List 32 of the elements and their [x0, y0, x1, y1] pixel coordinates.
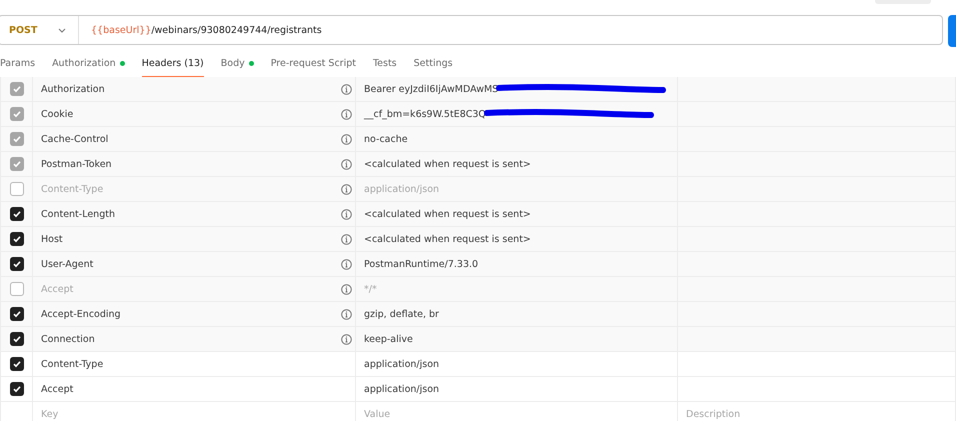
header-key: Content-Length: [41, 208, 115, 220]
tab[interactable]: Settings: [414, 57, 453, 78]
header-key: Accept: [41, 284, 74, 294]
header-value: <calculated when request is sent>: [364, 234, 531, 244]
header-value: keep-alive: [364, 334, 413, 344]
header-value: no-cache: [364, 134, 408, 144]
header-key: Cache-Control: [41, 134, 108, 144]
tab[interactable]: Tests: [372, 57, 397, 78]
header-value: application/json: [364, 384, 440, 394]
header-key: Postman-Token: [41, 158, 112, 170]
method-dropdown[interactable]: POST: [0, 16, 79, 44]
tab[interactable]: Params: [0, 57, 36, 78]
header-value: <calculated when request is sent>: [364, 208, 531, 220]
header-value: PostmanRuntime/7.33.0: [364, 258, 478, 270]
header-value: Bearer eyJzdiI6IjAwMDAwMS: [364, 84, 498, 94]
header-key: Content-Type: [41, 358, 104, 370]
header-value: */*: [364, 284, 377, 294]
header-key: Accept: [41, 384, 74, 394]
header-key: Authorization: [41, 84, 105, 94]
header-key: Accept-Encoding: [41, 308, 121, 320]
header-value: application/json: [364, 358, 440, 370]
header-key: Host: [41, 234, 63, 244]
header-key: User-Agent: [41, 258, 94, 270]
url-field[interactable]: {{baseUrl}}/webinars/93080249744/registrants: [79, 24, 322, 36]
header-key: Cookie: [41, 108, 74, 120]
header-value: gzip, deflate, br: [364, 308, 439, 320]
header-key: Connection: [41, 334, 95, 344]
header-value: <calculated when request is sent>: [364, 158, 531, 170]
tab[interactable]: Pre-request Script: [270, 57, 356, 78]
header-key: Content-Type: [41, 184, 104, 194]
header-value: application/json: [364, 184, 440, 194]
header-value: __cf_bm=k6s9W.5tE8C3Q: [364, 108, 486, 120]
